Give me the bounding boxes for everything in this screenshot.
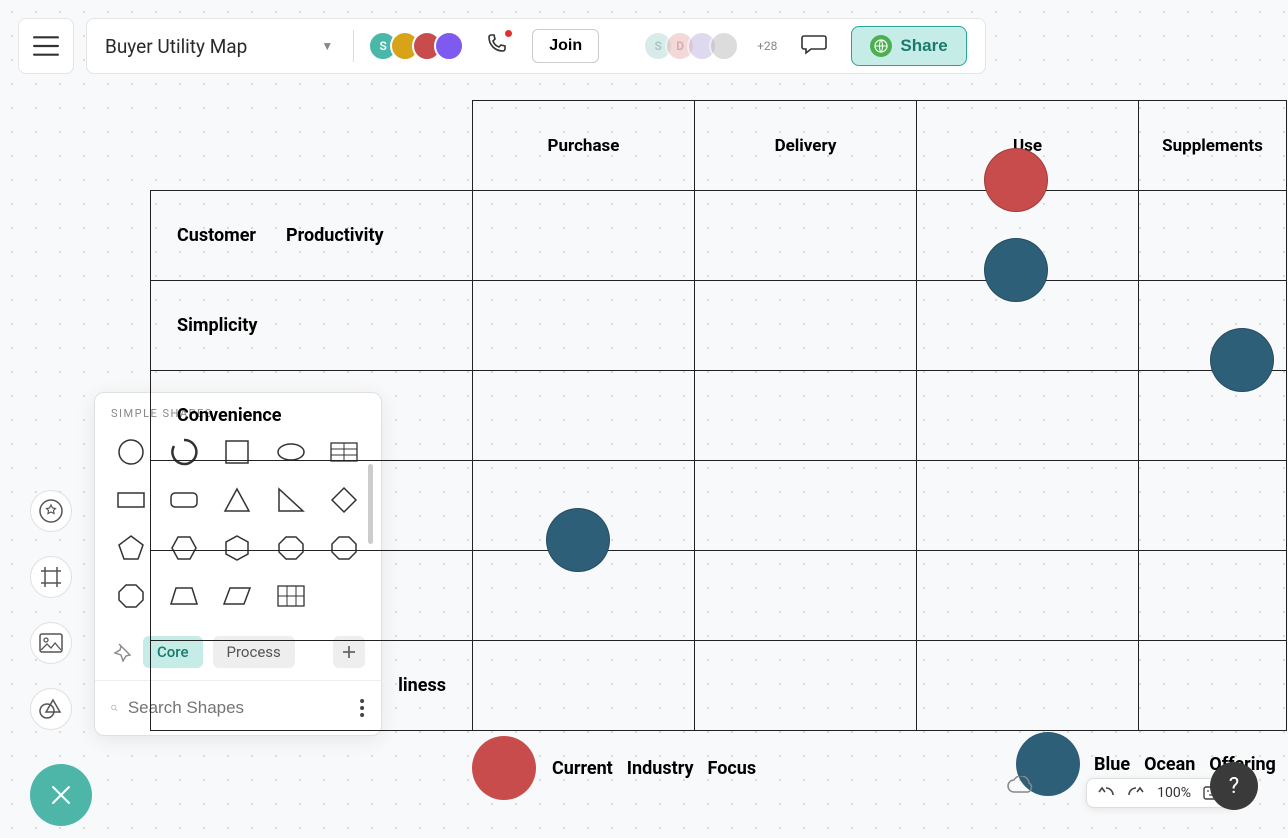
avatar[interactable] bbox=[434, 31, 464, 61]
undo-icon bbox=[1097, 785, 1115, 801]
undo-button[interactable] bbox=[1097, 785, 1115, 801]
cell[interactable] bbox=[1139, 641, 1287, 731]
dot-blue-ocean[interactable] bbox=[546, 508, 610, 572]
cell[interactable] bbox=[917, 461, 1139, 551]
call-button[interactable] bbox=[486, 32, 510, 60]
redo-icon bbox=[1127, 785, 1145, 801]
cell[interactable] bbox=[917, 551, 1139, 641]
cell[interactable] bbox=[695, 551, 917, 641]
separator bbox=[353, 30, 354, 62]
cell[interactable] bbox=[695, 281, 917, 371]
legend-current: CurrentIndustryFocus bbox=[472, 736, 770, 800]
cell[interactable] bbox=[695, 371, 917, 461]
cell[interactable] bbox=[1139, 371, 1287, 461]
col-header: Purchase bbox=[473, 101, 695, 191]
frame-tool[interactable] bbox=[30, 556, 72, 598]
image-icon bbox=[38, 632, 64, 654]
cloud-icon bbox=[1006, 776, 1034, 796]
join-button[interactable]: Join bbox=[532, 29, 599, 63]
legend-text: CurrentIndustryFocus bbox=[552, 758, 770, 779]
legend-dot-red bbox=[472, 736, 536, 800]
side-toolbar bbox=[30, 490, 92, 826]
active-collaborators[interactable]: S bbox=[368, 31, 464, 61]
comment-button[interactable] bbox=[801, 33, 827, 59]
dot-current-focus[interactable] bbox=[984, 148, 1048, 212]
title-dropdown-icon[interactable]: ▼ bbox=[321, 39, 333, 53]
row-label bbox=[151, 461, 473, 551]
hamburger-icon bbox=[33, 36, 59, 56]
pin-icon[interactable] bbox=[111, 641, 133, 663]
close-icon bbox=[50, 784, 72, 806]
title-bar: Buyer Utility Map ▼ S Join S D +28 bbox=[86, 18, 986, 74]
cell[interactable] bbox=[473, 281, 695, 371]
col-header: Supplements bbox=[1139, 101, 1287, 191]
col-header: Delivery bbox=[695, 101, 917, 191]
row-label bbox=[151, 551, 473, 641]
call-indicator-dot bbox=[505, 30, 512, 37]
search-icon bbox=[111, 697, 118, 719]
frame-icon bbox=[38, 564, 64, 590]
image-tool[interactable] bbox=[30, 622, 72, 664]
shapes-tool[interactable] bbox=[30, 688, 72, 730]
viewer-avatars[interactable]: S D bbox=[643, 31, 739, 61]
cell[interactable] bbox=[695, 641, 917, 731]
cell[interactable] bbox=[1139, 191, 1287, 281]
shape-rectangle[interactable] bbox=[111, 482, 151, 518]
cell[interactable] bbox=[1139, 461, 1287, 551]
cell[interactable] bbox=[473, 371, 695, 461]
share-label: Share bbox=[900, 36, 947, 56]
sync-status[interactable] bbox=[1006, 776, 1034, 800]
shape-pentagon[interactable] bbox=[111, 530, 151, 566]
row-label: Convenience bbox=[151, 371, 473, 461]
question-mark-icon: ? bbox=[1229, 774, 1239, 799]
cell[interactable] bbox=[917, 641, 1139, 731]
top-bar: Buyer Utility Map ▼ S Join S D +28 bbox=[18, 18, 986, 74]
dot-blue-ocean[interactable] bbox=[1210, 328, 1274, 392]
buyer-utility-table[interactable]: Purchase Delivery Use Supplements Custom… bbox=[150, 100, 1287, 731]
close-panel-button[interactable] bbox=[30, 764, 92, 826]
document-title[interactable]: Buyer Utility Map bbox=[105, 35, 307, 58]
cell[interactable] bbox=[917, 371, 1139, 461]
cell[interactable] bbox=[695, 461, 917, 551]
star-circle-icon bbox=[38, 498, 64, 524]
row-label: liness bbox=[151, 641, 473, 731]
shape-octagon-3[interactable] bbox=[111, 578, 151, 614]
cell[interactable] bbox=[473, 641, 695, 731]
zoom-level[interactable]: 100% bbox=[1157, 785, 1191, 801]
cell[interactable] bbox=[1139, 551, 1287, 641]
legend-text: BlueOceanOffering bbox=[1094, 754, 1288, 775]
templates-tool[interactable] bbox=[30, 490, 72, 532]
cell[interactable] bbox=[473, 191, 695, 281]
shapes-icon bbox=[38, 696, 64, 722]
share-button[interactable]: Share bbox=[851, 26, 966, 66]
row-label: Simplicity bbox=[151, 281, 473, 371]
avatar[interactable] bbox=[709, 31, 739, 61]
help-button[interactable]: ? bbox=[1210, 762, 1258, 810]
row-label: CustomerProductivity bbox=[151, 191, 473, 281]
menu-button[interactable] bbox=[18, 18, 74, 74]
speech-bubble-icon bbox=[801, 33, 827, 55]
dot-blue-ocean[interactable] bbox=[984, 238, 1048, 302]
overflow-count[interactable]: +28 bbox=[757, 39, 777, 53]
globe-icon bbox=[870, 35, 892, 57]
cell[interactable] bbox=[695, 191, 917, 281]
redo-button[interactable] bbox=[1127, 785, 1145, 801]
shape-circle[interactable] bbox=[111, 434, 151, 470]
